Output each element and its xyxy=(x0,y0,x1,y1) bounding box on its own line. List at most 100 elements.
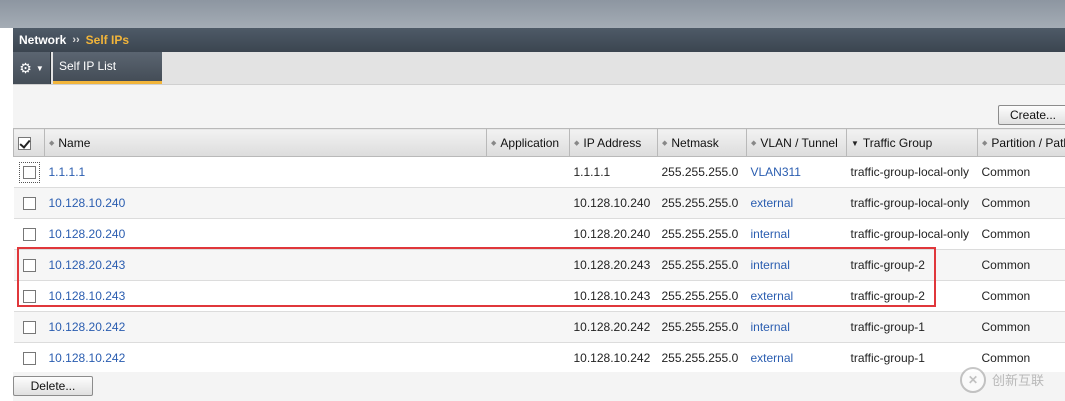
cell-partition: Common xyxy=(977,187,1065,219)
row-checkbox[interactable] xyxy=(22,352,36,366)
sort-icon: ◆ xyxy=(491,140,497,148)
cell-partition: Common xyxy=(977,311,1065,343)
cell-application xyxy=(486,311,570,343)
cell-application xyxy=(486,342,570,374)
cell-ip-address: 1.1.1.1 xyxy=(569,156,658,188)
table-row: 10.128.10.240 10.128.10.240 255.255.255.… xyxy=(13,187,1065,219)
cell-name: 10.128.10.240 xyxy=(44,187,487,219)
cell-traffic-group: traffic-group-1 xyxy=(846,311,978,343)
cell-netmask: 255.255.255.0 xyxy=(657,311,747,343)
cell-ip-address: 10.128.10.242 xyxy=(569,342,658,374)
sort-icon: ◆ xyxy=(49,140,55,148)
cell-traffic-group: traffic-group-local-only xyxy=(846,187,978,219)
cell-name: 10.128.20.240 xyxy=(44,218,487,250)
cell-vlan: VLAN311 xyxy=(746,156,847,188)
chevron-down-icon: ▼ xyxy=(35,63,44,73)
self-ip-name-link[interactable]: 10.128.20.242 xyxy=(49,320,126,334)
cell-name: 10.128.20.243 xyxy=(44,249,487,281)
cell-netmask: 255.255.255.0 xyxy=(657,218,747,250)
breadcrumb-current: Self IPs xyxy=(85,33,130,47)
sort-icon: ◆ xyxy=(662,140,668,148)
column-header-netmask[interactable]: ◆ Netmask xyxy=(657,128,747,157)
vlan-link[interactable]: external xyxy=(751,351,794,365)
row-checkbox[interactable] xyxy=(22,228,36,242)
sort-icon: ◆ xyxy=(982,140,988,148)
row-checkbox[interactable] xyxy=(22,321,36,335)
cell-vlan: internal xyxy=(746,249,847,281)
cell-traffic-group: traffic-group-2 xyxy=(846,280,978,312)
sort-icon: ◆ xyxy=(751,140,757,148)
watermark-logo-icon: ✕ xyxy=(960,366,986,393)
self-ip-name-link[interactable]: 10.128.10.240 xyxy=(49,196,126,210)
breadcrumb-network[interactable]: Network xyxy=(19,33,66,47)
table-row: 10.128.20.243 10.128.20.243 255.255.255.… xyxy=(13,249,1065,281)
self-ip-name-link[interactable]: 10.128.20.243 xyxy=(49,258,126,272)
settings-menu-button[interactable]: ⚙ ▼ xyxy=(13,52,51,84)
row-select-cell xyxy=(13,311,45,343)
row-checkbox[interactable] xyxy=(18,162,40,184)
toolbar-area xyxy=(13,85,1065,128)
sort-descending-icon: ▼ xyxy=(851,138,859,148)
watermark-text: 创新互联 xyxy=(992,373,1045,388)
cell-vlan: external xyxy=(746,187,847,219)
row-checkbox[interactable] xyxy=(22,259,36,273)
cell-application xyxy=(486,187,570,219)
top-banner xyxy=(0,0,1065,28)
cell-ip-address: 10.128.20.242 xyxy=(569,311,658,343)
cell-netmask: 255.255.255.0 xyxy=(657,249,747,281)
cell-name: 1.1.1.1 xyxy=(44,156,487,188)
self-ip-name-link[interactable]: 10.128.20.240 xyxy=(49,227,126,241)
tab-self-ip-list[interactable]: Self IP List xyxy=(53,52,162,84)
watermark: ✕ 创新互联 xyxy=(960,358,1065,401)
cell-name: 10.128.10.242 xyxy=(44,342,487,374)
table-row: 10.128.20.240 10.128.20.240 255.255.255.… xyxy=(13,218,1065,250)
self-ip-name-link[interactable]: 1.1.1.1 xyxy=(49,165,86,179)
cell-ip-address: 10.128.20.243 xyxy=(569,249,658,281)
self-ip-name-link[interactable]: 10.128.10.243 xyxy=(49,289,126,303)
breadcrumb-separator: ›› xyxy=(72,34,80,46)
column-header-vlan-tunnel[interactable]: ◆ VLAN / Tunnel xyxy=(746,128,847,157)
self-ip-table: ◆ Name ◆ Application ◆ IP Address ◆ Netmask … xyxy=(13,128,1065,374)
row-select-cell xyxy=(13,156,45,188)
breadcrumb: Network ›› Self IPs xyxy=(13,28,1065,52)
cell-name: 10.128.10.243 xyxy=(44,280,487,312)
vlan-link[interactable]: internal xyxy=(751,258,790,272)
table-row: 1.1.1.1 1.1.1.1 255.255.255.0 VLAN311 tr… xyxy=(13,156,1065,188)
cell-partition: Common xyxy=(977,156,1065,188)
column-header-partition[interactable]: ◆ Partition / Path xyxy=(977,128,1065,157)
cell-netmask: 255.255.255.0 xyxy=(657,156,747,188)
sort-icon: ◆ xyxy=(574,140,580,148)
select-all-checkbox[interactable] xyxy=(18,136,31,150)
delete-button[interactable]: Delete... xyxy=(13,376,93,396)
column-header-ip-address[interactable]: ◆ IP Address xyxy=(569,128,658,157)
self-ip-name-link[interactable]: 10.128.10.242 xyxy=(49,351,126,365)
cell-application xyxy=(486,218,570,250)
column-header-traffic-group[interactable]: ▼ Traffic Group xyxy=(846,128,978,157)
cell-traffic-group: traffic-group-local-only xyxy=(846,156,978,188)
select-all-header xyxy=(13,128,45,157)
table-header-row: ◆ Name ◆ Application ◆ IP Address ◆ Netmask … xyxy=(13,128,1065,157)
row-select-cell xyxy=(13,342,45,374)
column-header-application[interactable]: ◆ Application xyxy=(486,128,570,157)
cell-partition: Common xyxy=(977,218,1065,250)
cell-vlan: external xyxy=(746,342,847,374)
vlan-link[interactable]: external xyxy=(751,196,794,210)
cell-application xyxy=(486,280,570,312)
vlan-link[interactable]: internal xyxy=(751,227,790,241)
cell-traffic-group: traffic-group-2 xyxy=(846,249,978,281)
footer-strip xyxy=(13,372,1065,401)
cell-netmask: 255.255.255.0 xyxy=(657,280,747,312)
gear-icon: ⚙ xyxy=(19,59,32,76)
column-header-name[interactable]: ◆ Name xyxy=(44,128,487,157)
cell-netmask: 255.255.255.0 xyxy=(657,187,747,219)
cell-ip-address: 10.128.10.240 xyxy=(569,187,658,219)
vlan-link[interactable]: internal xyxy=(751,320,790,334)
create-button[interactable]: Create... xyxy=(998,105,1065,125)
row-checkbox[interactable] xyxy=(22,290,36,304)
row-checkbox[interactable] xyxy=(22,197,36,211)
row-select-cell xyxy=(13,249,45,281)
vlan-link[interactable]: VLAN311 xyxy=(751,165,801,179)
cell-application xyxy=(486,249,570,281)
vlan-link[interactable]: external xyxy=(751,289,794,303)
table-row: 10.128.20.242 10.128.20.242 255.255.255.… xyxy=(13,311,1065,343)
